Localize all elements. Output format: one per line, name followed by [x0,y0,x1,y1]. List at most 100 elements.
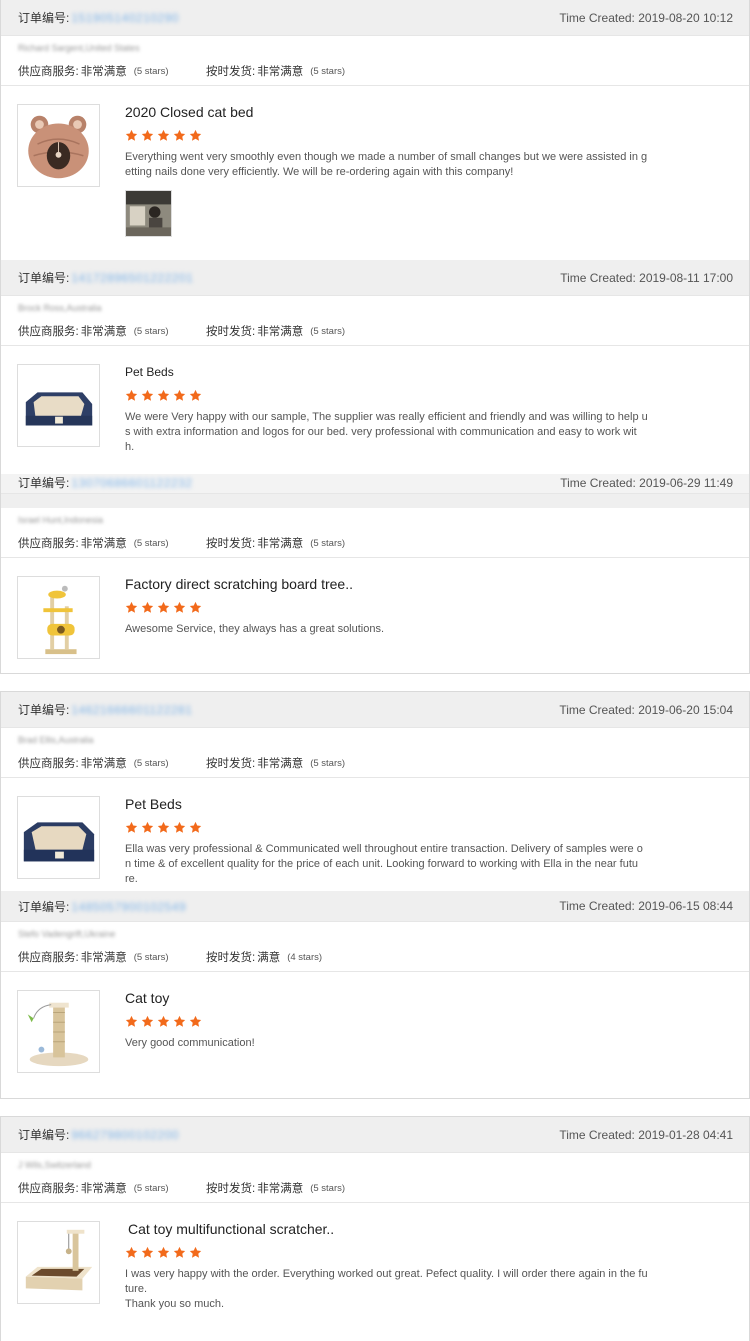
order-number[interactable]: 1485057900102549 [71,900,186,914]
shipping-stars: (5 stars) [310,1182,346,1194]
order-number[interactable]: 14621666601122281 [71,703,192,717]
star-icon [189,821,202,833]
cat-tree-icon [18,577,99,658]
review-card: 订单编号: 14172896501222201 Time Created: 201… [0,260,750,474]
product-thumbnail[interactable] [17,796,100,879]
review-text: Awesome Service, they always has a great… [125,623,385,635]
supplier-service-label: 供应商服务: [18,538,79,550]
star-rating [125,601,670,615]
ratings-row: 供应商服务: 非常满意 (5 stars) 按时发货: 非常满意 (5 stars) [1,751,749,778]
order-number-label: 订单编号: [18,271,70,285]
star-rating [125,129,670,143]
shipping-stars: (5 stars) [310,757,346,769]
star-icon [189,389,202,401]
shipping-stars: (5 stars) [310,65,346,77]
supplier-service-label: 供应商服务: [18,758,79,770]
product-title[interactable]: Pet Beds [125,361,670,381]
supplier-stars: (5 stars) [133,1182,169,1194]
shipping-label: 按时发货: [206,952,256,964]
star-icon [189,129,202,141]
time-created: Time Created: 2019-06-29 11:49 [560,475,733,490]
star-icon [189,1015,202,1027]
order-header: 订单编号: 14172896501222201 Time Created: 201… [1,260,749,296]
photo-icon [126,191,171,236]
product-title[interactable]: Cat toy multifunctional scratcher.. [128,1218,670,1238]
order-number[interactable]: 966279800102200 [71,1128,179,1142]
star-icon [125,389,138,401]
product-title[interactable]: Pet Beds [125,793,670,813]
star-icon [141,821,154,833]
shipping-rating: 满意 [257,952,281,964]
supplier-service-label: 供应商服务: [18,66,79,78]
star-icon [157,129,170,141]
review-text: I was very happy with the order. Everyth… [125,1268,648,1310]
review-card: 订单编号: 151905140210290 Time Created: 2019-… [0,0,750,260]
buyer-name: Brad Ellis,Australia [18,735,94,745]
star-icon [141,129,154,141]
shipping-label: 按时发货: [206,326,256,338]
order-header: 订单编号: 966279800102200 Time Created: 2019-… [1,1117,749,1153]
star-icon [173,1246,186,1258]
buyer-name: Brock Ross,Australia [18,303,102,313]
order-number[interactable]: 14172896501222201 [71,271,193,285]
star-icon [125,1246,138,1258]
buyer-name: J Wils,Switzerland [18,1160,92,1170]
order-number[interactable]: 151905140210290 [71,11,179,25]
shipping-rating: 非常满意 [257,758,304,770]
star-icon [157,389,170,401]
order-number[interactable]: 13070686601122232 [71,476,192,490]
review-card: 订单编号: 1485057900102549 Time Created: 2019… [0,891,750,1099]
shipping-rating: 非常满意 [257,538,304,550]
order-number-label: 订单编号: [18,703,70,717]
product-thumbnail[interactable] [17,364,100,447]
time-created: Time Created: 2019-06-15 08:44 [559,899,733,913]
star-icon [125,129,138,141]
supplier-rating: 非常满意 [80,952,127,964]
star-rating [125,1015,670,1029]
star-icon [157,821,170,833]
product-thumbnail[interactable] [17,1221,100,1304]
star-icon [189,1246,202,1258]
star-rating [125,1246,670,1260]
shipping-label: 按时发货: [206,758,256,770]
star-icon [173,601,186,613]
star-rating [125,389,670,403]
time-created: Time Created: 2019-01-28 04:41 [559,1127,733,1142]
order-number-label: 订单编号: [18,899,70,914]
order-header: 订单编号: 151905140210290 Time Created: 2019-… [1,0,749,36]
star-icon [141,1246,154,1258]
supplier-stars: (5 stars) [133,325,169,337]
review-photo[interactable] [125,190,172,237]
product-thumbnail[interactable] [17,576,100,659]
shipping-rating: 非常满意 [257,66,304,78]
pet-bed-icon [18,797,99,878]
star-icon [141,1015,154,1027]
supplier-rating: 非常满意 [80,1183,127,1195]
review-card: 订单编号: 13070686601122232 Time Created: 201… [0,474,750,674]
star-icon [157,1015,170,1027]
star-icon [125,821,138,833]
product-title[interactable]: Cat toy [125,987,670,1007]
buyer-name: Stefo Vadengrift,Ukraine [18,929,116,939]
order-number-label: 订单编号: [18,1128,70,1142]
shipping-stars: (5 stars) [310,537,346,549]
product-thumbnail[interactable] [17,990,100,1073]
product-thumbnail[interactable] [17,104,100,187]
time-created: Time Created: 2019-06-20 15:04 [559,702,733,717]
product-title[interactable]: 2020 Closed cat bed [125,101,670,121]
supplier-rating: 非常满意 [80,758,127,770]
supplier-service-label: 供应商服务: [18,952,79,964]
star-icon [173,129,186,141]
ratings-row: 供应商服务: 非常满意 (5 stars) 按时发货: 非常满意 (5 stars) [1,1176,749,1203]
star-icon [141,601,154,613]
supplier-service-label: 供应商服务: [18,326,79,338]
review-text: Everything went very smoothly even thoug… [125,151,648,178]
product-title[interactable]: Factory direct scratching board tree.. [125,573,670,593]
star-icon [157,1246,170,1258]
supplier-stars: (5 stars) [133,951,169,963]
cat-bed-icon [18,105,99,186]
star-icon [173,821,186,833]
review-text: We were Very happy with our sample, The … [125,411,648,453]
supplier-rating: 非常满意 [80,66,127,78]
supplier-stars: (5 stars) [133,537,169,549]
